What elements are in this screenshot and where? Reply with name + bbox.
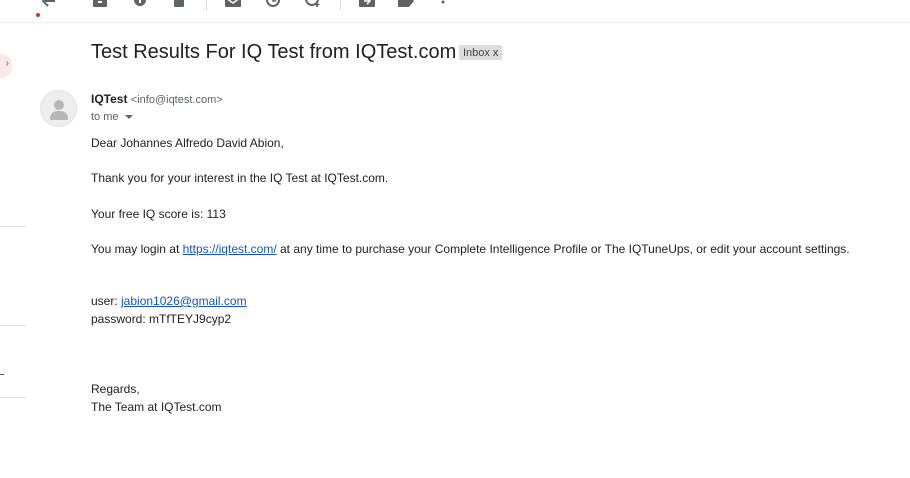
side-panel-mark xyxy=(0,374,4,375)
body-score: Your free IQ score is: 113 xyxy=(91,207,226,221)
chevron-down-icon xyxy=(124,115,133,120)
inbox-label-text: Inbox xyxy=(463,46,490,59)
side-panel-divider xyxy=(0,325,26,326)
sender-email: <info@iqtest.com> xyxy=(130,94,223,106)
archive-icon[interactable] xyxy=(92,0,108,8)
body-password: password: mTfTEYJ9cyp2 xyxy=(91,312,232,326)
body-signature: The Team at IQTest.com xyxy=(91,400,222,414)
inbox-label-chip[interactable]: Inbox x xyxy=(459,45,503,60)
more-vert-icon[interactable] xyxy=(435,0,451,8)
toolbar xyxy=(0,0,910,23)
side-panel-divider xyxy=(0,397,26,398)
toolbar-separator xyxy=(206,0,207,10)
login-prefix: You may login at xyxy=(91,242,183,256)
avatar-body-shape xyxy=(50,111,68,120)
sender-line: IQTest <info@iqtest.com> xyxy=(91,92,223,106)
toolbar-separator xyxy=(340,0,341,10)
back-arrow-icon[interactable] xyxy=(41,0,57,8)
delete-icon[interactable] xyxy=(171,0,187,8)
recipients-text: to me xyxy=(91,111,119,123)
body-greeting: Dear Johannes Alfredo David Abion, xyxy=(91,136,284,150)
side-panel-badge[interactable]: › xyxy=(0,54,12,78)
login-suffix: at any time to purchase your Complete In… xyxy=(276,242,850,256)
body-login-paragraph: You may login at https://iqtest.com/ at … xyxy=(91,242,850,256)
avatar-head-shape xyxy=(54,100,64,110)
login-link[interactable]: https://iqtest.com/ xyxy=(183,242,277,256)
label-icon[interactable] xyxy=(398,0,414,8)
side-panel-divider xyxy=(0,226,26,227)
move-to-icon[interactable] xyxy=(359,0,375,8)
sender-avatar[interactable] xyxy=(40,90,77,127)
add-task-icon[interactable] xyxy=(305,0,321,8)
snooze-icon[interactable] xyxy=(265,0,281,8)
sender-name[interactable]: IQTest xyxy=(91,92,127,106)
remove-label-icon[interactable]: x xyxy=(493,47,499,59)
body-user: user: jabion1026@gmail.com xyxy=(91,294,247,308)
body-thanks: Thank you for your interest in the IQ Te… xyxy=(91,171,389,185)
user-email-link[interactable]: jabion1026@gmail.com xyxy=(121,294,247,308)
user-prefix: user: xyxy=(91,294,122,308)
mark-unread-icon[interactable] xyxy=(225,0,241,8)
unread-indicator xyxy=(36,13,40,17)
recipients-toggle[interactable]: to me xyxy=(91,111,133,123)
body-regards: Regards, xyxy=(91,382,140,396)
chevron-right-icon: › xyxy=(5,58,9,69)
email-subject: Test Results For IQ Test from IQTest.com xyxy=(91,41,457,63)
report-spam-icon[interactable] xyxy=(132,0,148,8)
